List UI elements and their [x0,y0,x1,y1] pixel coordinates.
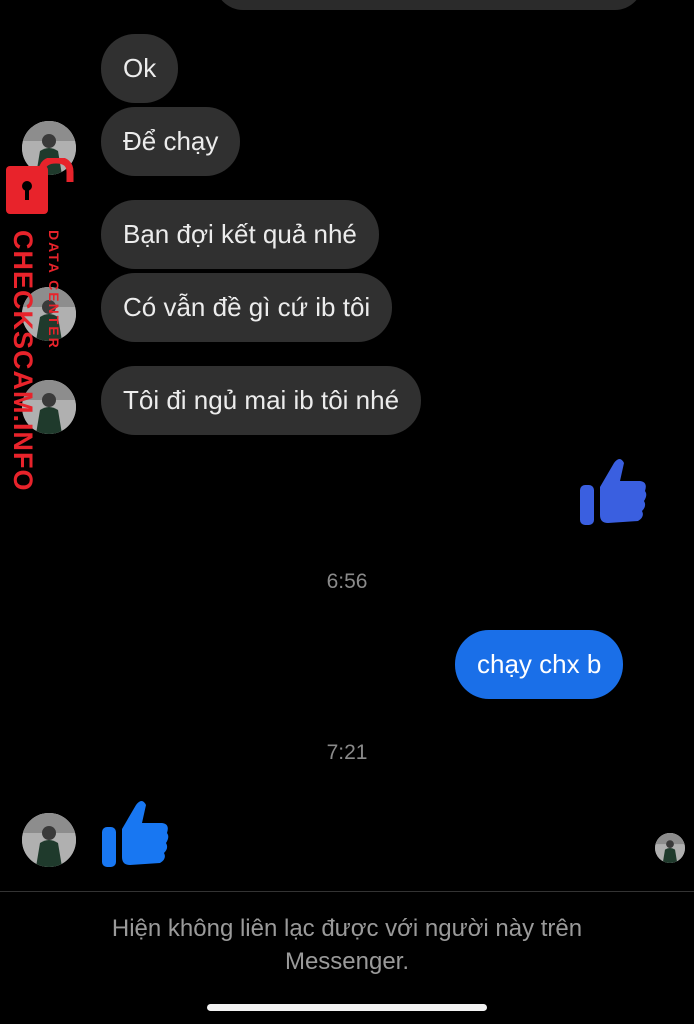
timestamp: 6:56 [326,570,368,593]
watermark: CHECKSCAM.INFO DATA CENTER [2,156,76,498]
unavailable-notice: Hiện không liên lạc được với người này t… [111,915,583,975]
incoming-message[interactable]: Để chạy [101,107,241,176]
padlock-icon [4,156,76,223]
home-indicator[interactable] [207,1004,487,1011]
incoming-message[interactable]: Có vẫn đề gì cứ ib tôi [101,273,393,342]
thumbs-up-icon[interactable] [578,455,648,529]
incoming-message[interactable]: Bạn đợi kết quả nhé [101,200,379,269]
seen-receipt-avatar [655,833,685,863]
watermark-subtext: DATA CENTER [46,230,62,350]
outgoing-message[interactable]: chạy chx b [455,630,624,699]
timestamp: 7:21 [326,741,368,764]
incoming-message[interactable]: Tôi đi ngủ mai ib tôi nhé [101,366,422,435]
messenger-conversation: Ok Để chạy Bạn đợi kết quả nhé Có vẫn đề… [0,0,694,1024]
footer-divider [0,891,694,892]
thumbs-up-icon[interactable] [100,797,170,871]
contact-avatar[interactable] [22,813,76,867]
watermark-text: CHECKSCAM.INFO [8,230,38,492]
incoming-message[interactable]: Ok [101,34,179,103]
message-bubble-cutoff[interactable] [215,0,643,10]
